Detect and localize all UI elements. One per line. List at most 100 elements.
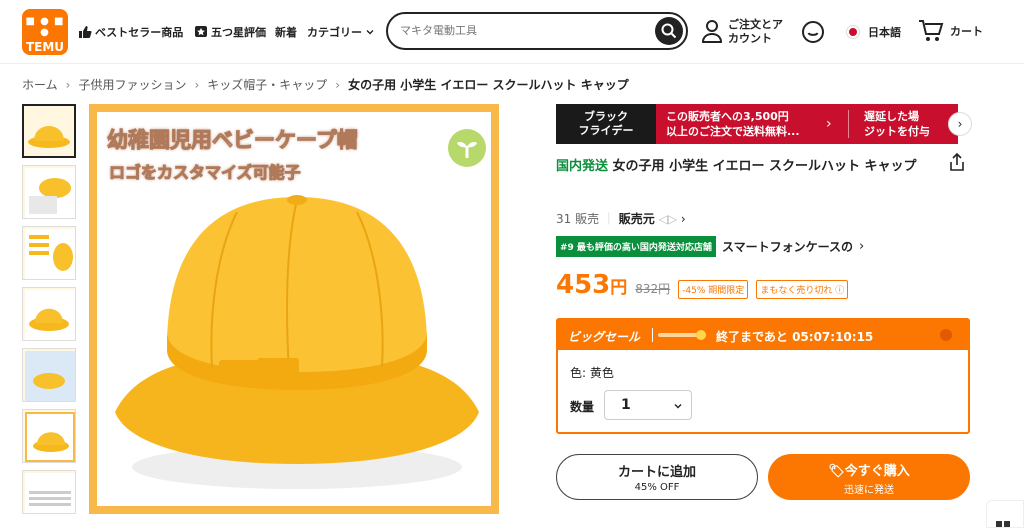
tag-line1: ブラック — [584, 110, 628, 123]
sold-count: 31 販売 — [556, 212, 600, 226]
tag-icon: 🏷 — [828, 464, 845, 479]
chevron-right-icon: › — [858, 239, 865, 254]
black-friday-tag: ブラック フライデー — [556, 104, 656, 144]
big-sale-label: ビッグセール — [568, 330, 641, 344]
japan-flag-icon — [846, 25, 860, 39]
promo1-line1: この販売者への3,500円 — [666, 110, 789, 123]
buy-now-label: 🏷今すぐ購入 — [828, 464, 910, 479]
header: ■ ● ■ ● TEMU ベストセラー商品 五つ星評価 新着 カテゴリー ご注文… — [0, 0, 1024, 64]
thumbnail-4[interactable] — [22, 287, 76, 341]
breadcrumb-separator: › — [335, 77, 341, 92]
breadcrumb-separator: › — [65, 77, 71, 92]
orders-account-link[interactable]: ご注文とア カウント — [728, 18, 783, 46]
hat-thumb-image — [25, 412, 75, 462]
breadcrumb: ホーム › 子供用ファッション › キッズ帽子・キャップ › 女の子用 小学生 … — [22, 76, 629, 93]
nav-five-star[interactable]: 五つ星評価 — [194, 24, 266, 40]
main-image-inner: 幼稚園児用ベビーケープ帽 ロゴをカスタマイズ可能子 — [97, 112, 491, 506]
account-menu[interactable] — [700, 18, 724, 48]
orders-line2: カウント — [728, 32, 772, 45]
breadcrumb-kids-fashion[interactable]: 子供用ファッション — [78, 76, 186, 93]
seller-logo-icon: ◁▷ — [658, 212, 678, 226]
breadcrumb-current: 女の子用 小学生 イエロー スクールハット キャップ — [348, 78, 629, 92]
product-title-text: 女の子用 小学生 イエロー スクールハット キャップ — [612, 159, 917, 174]
thumbnail-3[interactable] — [22, 226, 76, 280]
sprout-logo-icon — [448, 129, 486, 167]
info-icon: ⓘ — [835, 286, 845, 296]
rank-badge: #9 最も評価の高い国内発送対応店舗 — [556, 236, 716, 257]
search-button[interactable] — [655, 17, 683, 45]
search-icon — [661, 23, 677, 39]
search-input[interactable] — [398, 23, 638, 38]
orders-line1: ご注文とア — [728, 18, 783, 31]
nav-label: 五つ星評価 — [211, 26, 266, 39]
ranking-row[interactable]: #9 最も評価の高い国内発送対応店舗 スマートフォンケースの › — [556, 236, 864, 257]
nav-label: ベストセラー商品 — [95, 26, 184, 39]
promo2-line2: ジットを付与 — [864, 125, 930, 138]
thumbs-up-icon — [79, 26, 92, 38]
big-sale-bar: ビッグセール 終了まであと 05:07:10:15 — [558, 320, 968, 350]
thumbnail-strip — [22, 104, 78, 521]
language-selector[interactable]: 日本語 — [846, 24, 901, 40]
size-table-thumb-image — [25, 473, 75, 513]
rank-category: スマートフォンケースの — [721, 240, 853, 254]
buy-now-button[interactable]: 🏷今すぐ購入 迅速に発送 — [768, 454, 970, 500]
breadcrumb-kids-hats[interactable]: キッズ帽子・キャップ — [207, 76, 327, 93]
nav-categories[interactable]: カテゴリー — [307, 24, 375, 40]
thumbnail-7[interactable] — [22, 470, 76, 514]
seller-link[interactable]: 販売元 — [619, 212, 655, 226]
cart-link[interactable]: カート — [918, 19, 983, 43]
logo-text: TEMU — [25, 40, 65, 54]
user-icon — [701, 20, 723, 43]
chevron-right-icon: › — [826, 116, 832, 132]
divider: ｜ — [602, 212, 615, 226]
current-price: 453円 — [556, 270, 628, 300]
promo2-line1: 遅延した場 — [864, 110, 919, 123]
add-to-cart-button[interactable]: カートに追加 45% OFF — [556, 454, 758, 500]
nav-new[interactable]: 新着 — [275, 24, 297, 40]
quantity-label: 数量 — [570, 400, 595, 414]
sales-seller-row: 31 販売 ｜ 販売元 ◁▷ › — [556, 210, 686, 227]
chevron-right-icon: › — [680, 212, 686, 226]
delay-credit-promo[interactable]: 遅延した場 ジットを付与 — [864, 109, 930, 139]
banner-divider — [848, 110, 849, 138]
quantity-value: 1 — [621, 397, 631, 413]
decoration-dot — [940, 329, 952, 341]
share-icon[interactable] — [948, 152, 966, 172]
support-button[interactable] — [801, 20, 825, 48]
hat-thumb-image — [25, 290, 75, 340]
banner-next-button[interactable]: › — [948, 112, 972, 136]
temu-logo[interactable]: ■ ● ■ ● TEMU — [22, 9, 68, 55]
nav-label: カテゴリー — [307, 26, 362, 39]
language-label: 日本語 — [868, 26, 901, 39]
nav-bestsellers[interactable]: ベストセラー商品 — [78, 24, 183, 40]
tag-line2: フライデー — [578, 124, 634, 137]
main-product-image[interactable]: 幼稚園児用ベビーケープ帽 ロゴをカスタマイズ可能子 — [89, 104, 499, 514]
color-selection: 色: 黄色 — [570, 366, 614, 380]
countdown: 終了まであと 05:07:10:15 — [716, 330, 874, 344]
big-sale-box: ビッグセール 終了まであと 05:07:10:15 色: 黄色 数量 1 — [556, 318, 970, 434]
thumbnail-1[interactable] — [22, 104, 76, 158]
hat-thumb-image — [28, 126, 70, 148]
free-shipping-promo[interactable]: この販売者への3,500円 以上のご注文で送料無料... — [666, 109, 800, 139]
thumbnail-5[interactable] — [22, 348, 76, 402]
selling-fast-chip: まもなく売り切れ ⓘ — [756, 280, 849, 299]
quantity-select[interactable]: 1 — [604, 390, 692, 420]
image-title: 幼稚園児用ベビーケープ帽 — [107, 128, 359, 153]
original-price: 832円 — [635, 282, 671, 296]
logo-mark: ■ ● ■ ● — [25, 16, 65, 38]
star-badge-icon — [195, 26, 207, 37]
thumbnail-6[interactable] — [22, 409, 76, 463]
black-friday-banner[interactable]: ブラック フライデー この販売者への3,500円 以上のご注文で送料無料... … — [556, 104, 958, 144]
chat-smile-icon — [802, 21, 824, 43]
floating-corner-widget[interactable] — [986, 500, 1024, 528]
image-subtitle: ロゴをカスタマイズ可能子 — [109, 163, 302, 183]
cart-label: カート — [950, 25, 983, 38]
divider — [652, 328, 653, 342]
search-bar — [386, 12, 688, 50]
domestic-shipping-label: 国内発送 — [556, 159, 609, 174]
thumbnail-2[interactable] — [22, 165, 76, 219]
add-to-cart-sub: 45% OFF — [634, 482, 680, 493]
add-to-cart-label: カートに追加 — [617, 465, 696, 480]
breadcrumb-home[interactable]: ホーム — [22, 76, 58, 93]
nav-label: 新着 — [275, 26, 297, 39]
